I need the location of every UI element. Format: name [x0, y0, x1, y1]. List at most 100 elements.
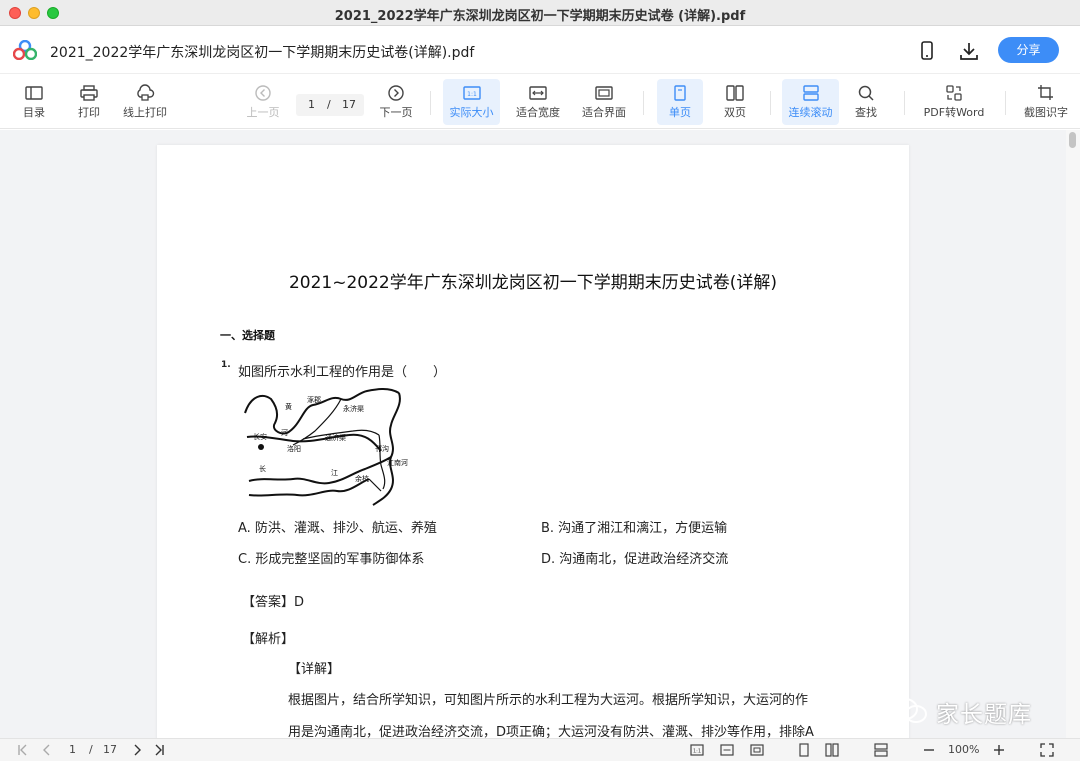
ocr-button[interactable]: 截图识字	[1018, 79, 1074, 125]
question-number: 1.	[221, 360, 231, 370]
single-page-icon	[799, 743, 809, 757]
window-title: 2021_2022学年广东深圳龙岗区初一下学期期末历史试卷 (详解).pdf	[334, 9, 746, 24]
bottom-current-page[interactable]: 1	[69, 742, 76, 758]
double-page-icon	[825, 743, 839, 757]
current-page: 1	[308, 98, 315, 111]
fullscreen-button[interactable]	[1040, 742, 1054, 758]
map-label: 黄	[285, 402, 292, 411]
minus-icon	[924, 749, 934, 751]
window-titlebar: 2021_2022学年广东深圳龙岗区初一下学期期末历史试卷 (详解).pdf	[0, 0, 1080, 26]
search-button[interactable]: 查找	[846, 79, 886, 125]
prev-page-small-button[interactable]	[40, 742, 54, 758]
zoom-in-button[interactable]	[992, 742, 1006, 758]
pdf-to-word-button[interactable]: PDF转Word	[918, 79, 990, 125]
pdf-page: 2021~2022学年广东深圳龙岗区初一下学期期末历史试卷(详解) 一、选择题 …	[157, 145, 909, 738]
bottom-fit-width-button[interactable]	[720, 742, 734, 758]
bottom-double-page-button[interactable]	[825, 742, 839, 758]
analysis-heading: 【解析】	[242, 632, 295, 647]
option-a: A. 防洪、灌溉、排沙、航运、养殖	[238, 521, 437, 536]
continuous-scroll-icon	[874, 743, 888, 757]
toolbar-divider	[904, 91, 905, 115]
printer-icon	[80, 85, 98, 101]
zoom-out-button[interactable]	[922, 742, 936, 758]
next-page-small-button[interactable]	[130, 742, 144, 758]
crop-icon	[1038, 85, 1053, 100]
wechat-icon	[892, 698, 927, 723]
mobile-device-icon[interactable]	[916, 40, 938, 62]
fit-page-icon	[750, 744, 764, 756]
page-separator: /	[327, 98, 331, 111]
map-label: 通济渠	[325, 433, 346, 442]
single-page-button[interactable]: 单页	[657, 79, 703, 125]
online-print-button[interactable]: 线上打印	[118, 79, 172, 125]
last-page-icon	[155, 744, 164, 756]
bottom-single-page-button[interactable]	[797, 742, 811, 758]
print-button[interactable]: 打印	[70, 79, 108, 125]
plus-icon	[994, 745, 1004, 755]
chevron-right-icon	[134, 744, 141, 756]
option-c: C. 形成完整坚固的军事防御体系	[238, 552, 425, 567]
app-logo-icon	[13, 40, 37, 60]
fit-page-icon	[595, 86, 613, 100]
detail-paragraph-line: 用是沟通南北，促进政治经济交流，D项正确；大运河没有防洪、灌溉、排沙等作用，排除…	[288, 725, 814, 738]
fit-width-icon	[529, 86, 547, 100]
map-label: 长	[259, 464, 266, 473]
prev-page-button[interactable]: 上一页	[242, 79, 284, 125]
first-page-icon	[18, 744, 27, 756]
chevron-left-circle-icon	[255, 85, 271, 101]
map-label: 余杭	[355, 474, 369, 483]
map-label: 邗沟	[375, 444, 389, 453]
bottom-total-pages: 17	[103, 743, 117, 756]
svg-text:1:1: 1:1	[467, 91, 477, 98]
zoom-level[interactable]: 100%	[948, 742, 979, 758]
chevron-left-icon	[43, 744, 50, 756]
bottom-fit-page-button[interactable]	[750, 742, 764, 758]
toolbar-divider	[430, 91, 431, 115]
map-label: 长安	[253, 432, 267, 441]
bottom-actual-size-button[interactable]: 1:1	[690, 742, 704, 758]
svg-text:1:1: 1:1	[693, 749, 701, 755]
download-icon[interactable]	[958, 40, 980, 62]
detail-paragraph-line: 根据图片，结合所学知识，可知图片所示的水利工程为大运河。根据所学知识，大运河的作	[288, 693, 809, 708]
single-page-icon	[674, 85, 686, 101]
bottom-page-separator: /	[89, 743, 93, 756]
toolbar-divider	[643, 91, 644, 115]
chevron-right-circle-icon	[388, 85, 404, 101]
double-page-button[interactable]: 双页	[713, 79, 757, 125]
fit-width-icon	[720, 744, 734, 756]
map-label: 洛阳	[287, 444, 301, 453]
grand-canal-map: 黄 涿郡 永济渠 长安 河 通济渠 洛阳 邗沟 江南河 长 江 余杭	[244, 388, 408, 506]
map-label: 永济渠	[343, 404, 364, 413]
share-button[interactable]: 分享	[998, 37, 1059, 63]
last-page-button[interactable]	[152, 742, 166, 758]
bottom-bar: 1 / 17 1:1 100%	[0, 738, 1080, 761]
document-title: 2021_2022学年广东深圳龙岗区初一下学期期末历史试卷(详解).pdf	[50, 45, 475, 61]
answer-text: 【答案】D	[242, 595, 305, 610]
scrollbar-thumb[interactable]	[1069, 132, 1076, 148]
document-viewer[interactable]: 2021~2022学年广东深圳龙岗区初一下学期期末历史试卷(详解) 一、选择题 …	[0, 130, 1080, 738]
watermark-text: 家长题库	[936, 702, 1032, 728]
continuous-scroll-icon	[802, 85, 819, 101]
fullscreen-icon	[1040, 743, 1054, 757]
continuous-scroll-button[interactable]: 连续滚动	[782, 79, 839, 125]
page-number-input[interactable]: 1 / 17	[296, 94, 364, 116]
toc-button[interactable]: 目录	[14, 79, 54, 125]
double-page-icon	[726, 85, 744, 101]
first-page-button[interactable]	[16, 742, 30, 758]
vertical-scrollbar[interactable]	[1066, 130, 1080, 738]
fit-page-button[interactable]: 适合界面	[578, 79, 630, 125]
toc-icon	[25, 86, 43, 100]
search-icon	[858, 85, 874, 101]
actual-size-icon: 1:1	[462, 86, 481, 100]
exam-title: 2021~2022学年广东深圳龙岗区初一下学期期末历史试卷(详解)	[288, 273, 778, 293]
toolbar-divider	[770, 91, 771, 115]
bottom-continuous-button[interactable]	[874, 742, 888, 758]
option-b: B. 沟通了湘江和漓江，方便运输	[541, 521, 728, 536]
toolbar-divider	[1005, 91, 1006, 115]
actual-size-button[interactable]: 1:1 实际大小	[443, 79, 500, 125]
next-page-button[interactable]: 下一页	[374, 79, 418, 125]
fit-width-button[interactable]: 适合宽度	[512, 79, 564, 125]
detail-heading: 【详解】	[288, 662, 341, 677]
pdf-convert-icon	[946, 85, 962, 101]
toolbar: 目录 打印 线上打印 上一页 1 / 17 下一页 1:1 实际大小 适合宽度 …	[0, 75, 1080, 129]
